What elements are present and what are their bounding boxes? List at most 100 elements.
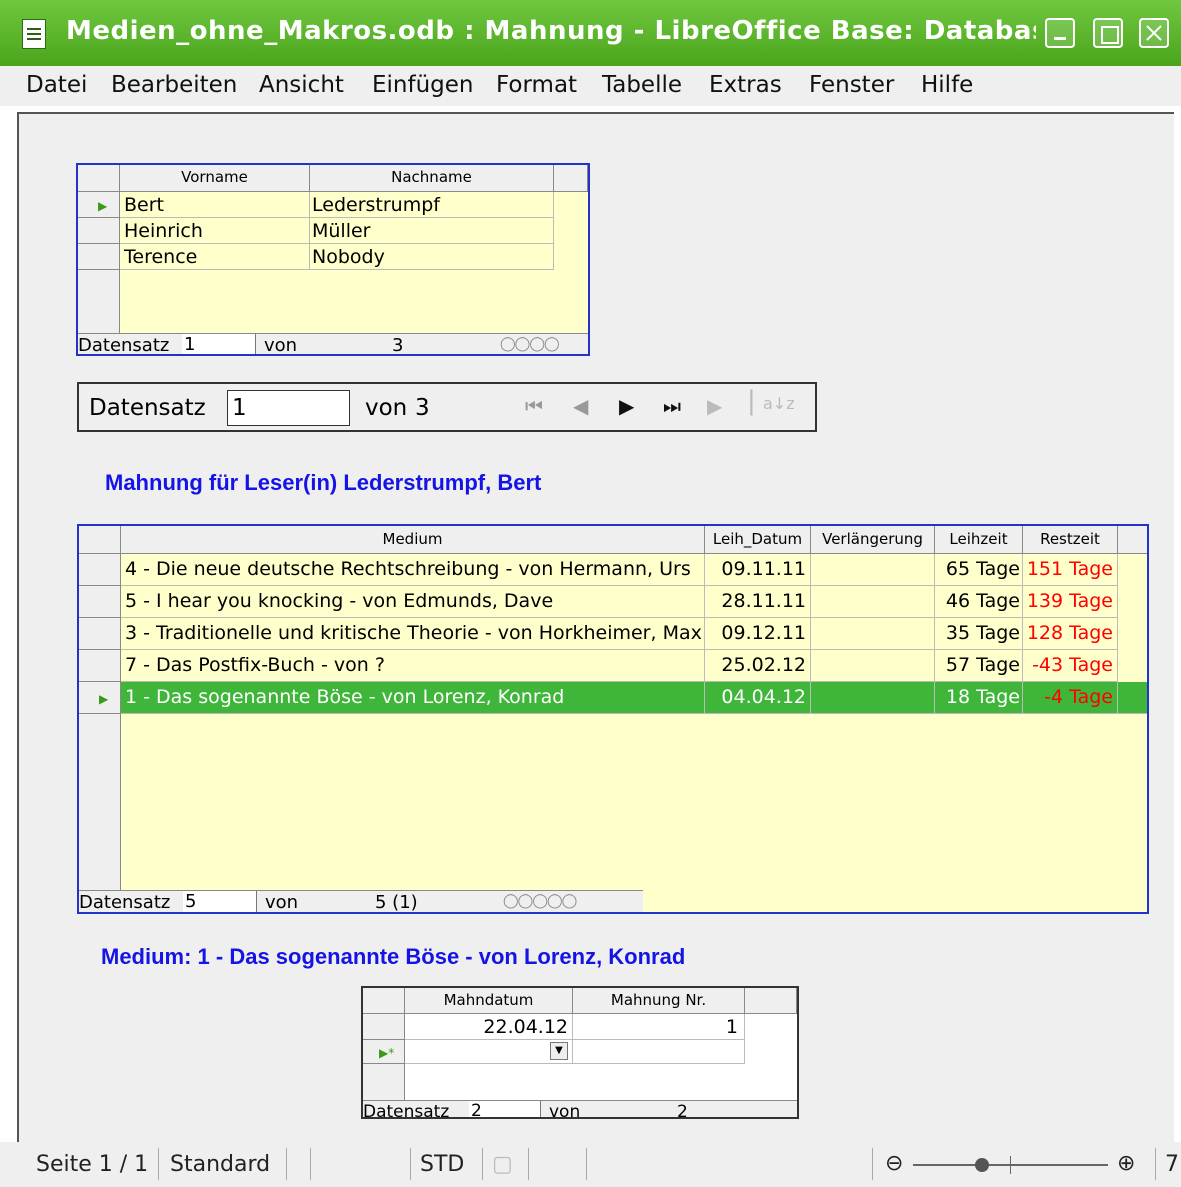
cell-restzeit[interactable]: 151 Tage bbox=[1023, 554, 1118, 586]
cell-verlaengerung[interactable] bbox=[811, 554, 935, 586]
column-header-leihzeit[interactable]: Leihzeit bbox=[935, 526, 1023, 554]
cell-vorname[interactable]: Heinrich bbox=[120, 218, 310, 244]
row-header[interactable] bbox=[78, 218, 120, 244]
record-of-label: von bbox=[265, 892, 299, 913]
cell-medium[interactable]: 1 - Das sogenannte Böse - von Lorenz, Ko… bbox=[121, 682, 705, 714]
cell-medium[interactable]: 3 - Traditionelle und kritische Theorie … bbox=[121, 618, 705, 650]
cell-leih-datum[interactable]: 04.04.12 bbox=[705, 682, 811, 714]
row-header[interactable]: ▶ bbox=[78, 192, 120, 218]
row-header[interactable] bbox=[363, 1014, 405, 1040]
cell-leih-datum[interactable]: 09.11.11 bbox=[705, 554, 811, 586]
cell-leihzeit[interactable]: 65 Tage bbox=[935, 554, 1023, 586]
cell-nachname[interactable]: Lederstrumpf bbox=[310, 192, 554, 218]
cell-medium[interactable]: 7 - Das Postfix-Buch - von ? bbox=[121, 650, 705, 682]
menu-einfuegen[interactable]: Einfügen bbox=[372, 72, 474, 98]
cell-leihzeit[interactable]: 46 Tage bbox=[935, 586, 1023, 618]
record-number-input[interactable]: 1 bbox=[227, 390, 350, 426]
dropdown-icon[interactable]: ▼ bbox=[550, 1042, 568, 1060]
grid-record-navigator: Datensatz 1 von 3 ◯◯◯◯ bbox=[78, 333, 588, 354]
first-record-icon[interactable]: ⏮ bbox=[525, 394, 543, 418]
menu-ansicht[interactable]: Ansicht bbox=[259, 72, 344, 98]
record-nav-buttons-icon[interactable]: ◯◯◯◯ bbox=[500, 336, 560, 352]
menu-extras[interactable]: Extras bbox=[709, 72, 782, 98]
cell-leihzeit[interactable]: 57 Tage bbox=[935, 650, 1023, 682]
navigation-toolbar: Datensatz 1 von 3 ⏮ ◀ ▶ ⏭ ▶ | a↓z bbox=[77, 382, 817, 432]
zoom-in-icon[interactable]: ⊕ bbox=[1117, 1151, 1135, 1176]
cell-mahndatum-new[interactable]: ▼ bbox=[405, 1040, 573, 1064]
document-icon bbox=[22, 19, 46, 49]
cell-restzeit[interactable]: -43 Tage bbox=[1023, 650, 1118, 682]
row-header[interactable] bbox=[79, 650, 121, 682]
cell-verlaengerung[interactable] bbox=[811, 586, 935, 618]
grid-corner bbox=[363, 988, 405, 1014]
cell-leih-datum[interactable]: 28.11.11 bbox=[705, 586, 811, 618]
cell-restzeit[interactable]: 128 Tage bbox=[1023, 618, 1118, 650]
cell-restzeit[interactable]: 139 Tage bbox=[1023, 586, 1118, 618]
zoom-level[interactable]: 7 bbox=[1165, 1152, 1179, 1177]
cell-medium[interactable]: 4 - Die neue deutsche Rechtschreibung - … bbox=[121, 554, 705, 586]
record-number-input[interactable]: 5 bbox=[183, 891, 257, 912]
cell-verlaengerung[interactable] bbox=[811, 682, 935, 714]
record-nav-buttons-icon[interactable]: ◯◯◯◯◯ bbox=[503, 893, 577, 909]
cell-verlaengerung[interactable] bbox=[811, 618, 935, 650]
row-header[interactable] bbox=[78, 244, 120, 270]
column-header-verlaengerung[interactable]: Verlängerung bbox=[811, 526, 935, 554]
cell-medium[interactable]: 5 - I hear you knocking - von Edmunds, D… bbox=[121, 586, 705, 618]
column-header-restzeit[interactable]: Restzeit bbox=[1023, 526, 1118, 554]
menu-bearbeiten[interactable]: Bearbeiten bbox=[111, 72, 237, 98]
cell-nachname[interactable]: Nobody bbox=[310, 244, 554, 270]
maximize-button[interactable] bbox=[1093, 18, 1123, 48]
cell-mahnung-nr[interactable]: 1 bbox=[573, 1014, 745, 1040]
sort-ascending-icon[interactable]: a↓z bbox=[763, 394, 795, 413]
cell-mahndatum[interactable]: 22.04.12 bbox=[405, 1014, 573, 1040]
grid-corner bbox=[79, 526, 121, 554]
cell-leih-datum[interactable]: 25.02.12 bbox=[705, 650, 811, 682]
next-record-icon[interactable]: ▶ bbox=[619, 394, 634, 418]
row-header[interactable] bbox=[79, 554, 121, 586]
record-total: 2 bbox=[677, 1102, 688, 1119]
minimize-button[interactable] bbox=[1045, 18, 1075, 48]
record-total: 3 bbox=[392, 335, 404, 356]
menu-hilfe[interactable]: Hilfe bbox=[921, 72, 973, 98]
separator bbox=[158, 1148, 159, 1180]
selection-mode[interactable]: STD bbox=[420, 1152, 464, 1177]
grid-corner bbox=[78, 165, 120, 192]
menu-format[interactable]: Format bbox=[496, 72, 577, 98]
row-header[interactable]: ▶ bbox=[79, 682, 121, 714]
record-number-input[interactable]: 2 bbox=[469, 1101, 541, 1117]
column-header-mahnung-nr[interactable]: Mahnung Nr. bbox=[573, 988, 745, 1014]
column-header-mahndatum[interactable]: Mahndatum bbox=[405, 988, 573, 1014]
record-number-input[interactable]: 1 bbox=[182, 334, 256, 354]
cell-leihzeit[interactable]: 18 Tage bbox=[935, 682, 1023, 714]
zoom-out-icon[interactable]: ⊖ bbox=[885, 1151, 903, 1176]
cell-leihzeit[interactable]: 35 Tage bbox=[935, 618, 1023, 650]
menu-fenster[interactable]: Fenster bbox=[809, 72, 894, 98]
cell-nachname[interactable]: Müller bbox=[310, 218, 554, 244]
row-header[interactable] bbox=[79, 618, 121, 650]
row-header[interactable]: ▶* bbox=[363, 1040, 405, 1064]
last-record-icon[interactable]: ⏭ bbox=[663, 394, 681, 418]
cell-leih-datum[interactable]: 09.12.11 bbox=[705, 618, 811, 650]
column-header-vorname[interactable]: Vorname bbox=[120, 165, 310, 192]
previous-record-icon[interactable]: ◀ bbox=[573, 394, 588, 418]
separator bbox=[528, 1148, 529, 1180]
new-record-icon[interactable]: ▶ bbox=[707, 394, 722, 418]
column-header-medium[interactable]: Medium bbox=[121, 526, 705, 554]
menu-tabelle[interactable]: Tabelle bbox=[602, 72, 682, 98]
form-area: Vorname Nachname ▶ Bert Lederstrumpf Hei… bbox=[17, 112, 1174, 1142]
row-header[interactable] bbox=[79, 586, 121, 618]
zoom-slider-tick bbox=[1010, 1156, 1011, 1174]
column-header-leih-datum[interactable]: Leih_Datum bbox=[705, 526, 811, 554]
cell-restzeit[interactable]: -4 Tage bbox=[1023, 682, 1118, 714]
close-button[interactable] bbox=[1139, 18, 1169, 48]
cell-mahnung-nr-new[interactable] bbox=[573, 1040, 745, 1064]
cell-vorname[interactable]: Terence bbox=[120, 244, 310, 270]
separator bbox=[482, 1148, 483, 1180]
page-style[interactable]: Standard bbox=[170, 1152, 270, 1177]
cell-verlaengerung[interactable] bbox=[811, 650, 935, 682]
cell-vorname[interactable]: Bert bbox=[120, 192, 310, 218]
column-header-nachname[interactable]: Nachname bbox=[310, 165, 554, 192]
menu-datei[interactable]: Datei bbox=[26, 72, 87, 98]
zoom-slider-knob[interactable] bbox=[975, 1158, 989, 1172]
page-indicator: Seite 1 / 1 bbox=[36, 1152, 149, 1177]
